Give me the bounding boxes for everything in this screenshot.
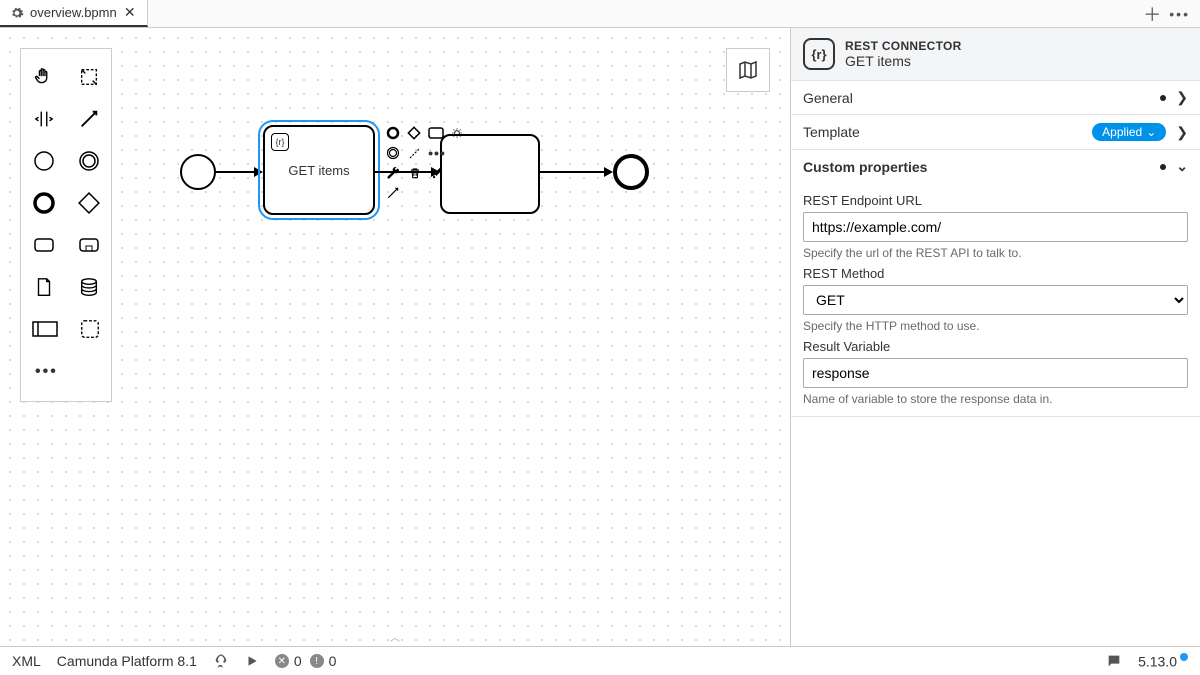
section-title: Template <box>803 124 860 140</box>
change-type-icon[interactable] <box>450 125 465 141</box>
delete-icon[interactable] <box>407 165 423 181</box>
append-end-event-icon[interactable] <box>385 125 400 141</box>
participant-icon[interactable] <box>32 319 58 342</box>
result-variable-input[interactable] <box>803 358 1188 388</box>
panel-name: GET items <box>845 53 962 69</box>
error-icon: ✕ <box>275 654 289 668</box>
task-icon[interactable] <box>32 233 56 260</box>
bpmn-start-event[interactable] <box>180 154 216 190</box>
wrench-icon[interactable] <box>385 165 401 181</box>
gear-icon <box>10 6 24 20</box>
xml-toggle[interactable]: XML <box>12 653 41 669</box>
global-connect-tool-icon[interactable] <box>78 108 100 133</box>
rest-endpoint-url-input[interactable] <box>803 212 1188 242</box>
indicator-dot-icon <box>1160 164 1166 170</box>
feedback-icon[interactable] <box>1106 653 1122 669</box>
status-bar: XML Camunda Platform 8.1 ✕0 !0 5.13.0 <box>0 646 1200 675</box>
more-actions-icon[interactable]: ••• <box>429 145 445 161</box>
append-gateway-icon[interactable] <box>406 125 421 141</box>
more-tools-icon[interactable]: ••• <box>35 363 58 381</box>
bpmn-end-event[interactable] <box>613 154 649 190</box>
section-title: Custom properties <box>803 159 927 175</box>
new-tab-button[interactable]: ＋ <box>1143 1 1161 27</box>
properties-panel: {r} REST CONNECTOR GET items General ❯ T… <box>790 28 1200 646</box>
tab-filename: overview.bpmn <box>30 5 117 20</box>
connector-icon: {r} <box>803 38 835 70</box>
context-pad: ••• <box>385 125 465 205</box>
warning-icon: ! <box>310 654 324 668</box>
tab-overview[interactable]: overview.bpmn ✕ <box>0 0 148 27</box>
problems-indicator[interactable]: ✕0 !0 <box>275 653 337 669</box>
panel-type: REST CONNECTOR <box>845 39 962 53</box>
bpmn-canvas[interactable]: ••• {r} GET items <box>0 28 790 646</box>
data-object-icon[interactable] <box>33 275 55 302</box>
url-label: REST Endpoint URL <box>803 193 1188 208</box>
space-tool-icon[interactable] <box>33 108 55 133</box>
section-general[interactable]: General ❯ <box>791 81 1200 114</box>
method-help: Specify the HTTP method to use. <box>803 319 1188 333</box>
indicator-dot-icon <box>1160 95 1166 101</box>
data-store-icon[interactable] <box>78 275 100 302</box>
intermediate-event-icon[interactable] <box>77 149 101 176</box>
minimap-toggle[interactable] <box>726 48 770 92</box>
subprocess-icon[interactable] <box>77 233 101 260</box>
lasso-tool-icon[interactable] <box>78 66 100 91</box>
close-icon[interactable]: ✕ <box>123 6 137 20</box>
end-event-icon[interactable] <box>32 191 56 218</box>
rocket-icon[interactable] <box>213 653 229 669</box>
more-menu-icon[interactable]: ••• <box>1169 6 1190 22</box>
tab-bar: overview.bpmn ✕ ＋ ••• <box>0 0 1200 28</box>
group-icon[interactable] <box>79 318 101 343</box>
append-task-icon[interactable] <box>428 125 444 141</box>
bpmn-task-selected[interactable]: {r} GET items <box>263 125 375 215</box>
gateway-icon[interactable] <box>77 191 101 218</box>
connector-badge-icon: {r} <box>271 133 289 151</box>
chevron-right-icon: ❯ <box>1176 124 1188 141</box>
hand-tool-icon[interactable] <box>33 66 55 91</box>
platform-label[interactable]: Camunda Platform 8.1 <box>57 653 197 669</box>
chevron-down-icon: ⌄ <box>1146 125 1156 139</box>
main-area: ••• {r} GET items <box>0 28 1200 646</box>
chevron-down-icon: ⌄ <box>1176 158 1188 175</box>
map-icon <box>736 58 760 82</box>
connect-icon[interactable] <box>385 185 401 201</box>
rest-method-select[interactable]: GET <box>803 285 1188 315</box>
result-help: Name of variable to store the response d… <box>803 392 1188 406</box>
version-label[interactable]: 5.13.0 <box>1138 653 1188 670</box>
append-intermediate-event-icon[interactable] <box>385 145 401 161</box>
tool-palette: ••• <box>20 48 112 402</box>
section-custom-properties[interactable]: Custom properties ⌄ <box>791 150 1200 183</box>
color-icon[interactable] <box>429 165 445 181</box>
update-dot-icon <box>1180 653 1188 661</box>
annotation-icon[interactable] <box>407 145 423 161</box>
template-applied-badge[interactable]: Applied ⌄ <box>1092 123 1166 141</box>
url-help: Specify the url of the REST API to talk … <box>803 246 1188 260</box>
result-label: Result Variable <box>803 339 1188 354</box>
method-label: REST Method <box>803 266 1188 281</box>
chevron-right-icon: ❯ <box>1176 89 1188 106</box>
play-icon[interactable] <box>245 654 259 668</box>
panel-drag-handle[interactable]: ︿ <box>390 629 400 644</box>
task-label: GET items <box>288 163 349 178</box>
start-event-icon[interactable] <box>32 149 56 176</box>
custom-properties-body: REST Endpoint URL Specify the url of the… <box>791 183 1200 416</box>
section-title: General <box>803 90 853 106</box>
panel-header: {r} REST CONNECTOR GET items <box>791 28 1200 81</box>
section-template[interactable]: Template Applied ⌄ ❯ <box>791 115 1200 149</box>
